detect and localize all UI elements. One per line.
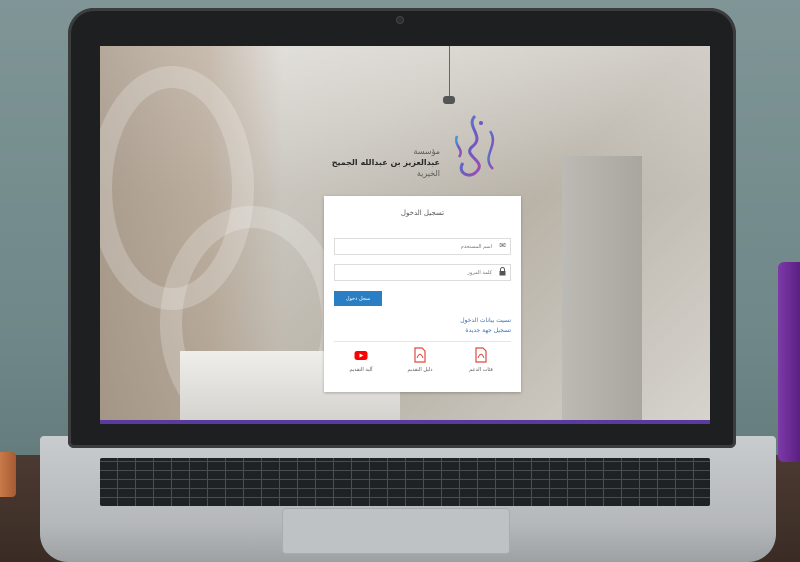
login-card: تسجيل الدخول ✉ سجل دخول نسيت بيانات الدخ… — [324, 196, 521, 392]
application-guide-label: دليل التقديم — [407, 367, 433, 373]
mug — [0, 452, 16, 497]
register-entity-link[interactable]: تسجيل جهة جديدة — [465, 327, 511, 334]
login-title: تسجيل الدخول — [400, 209, 445, 217]
youtube-icon — [354, 351, 368, 360]
logo-line-1: مؤسسة — [413, 147, 440, 156]
password-field[interactable] — [334, 264, 511, 281]
calligraphy-logo-icon — [454, 114, 495, 177]
application-mechanism-video-link[interactable]: آلية التقديم — [341, 347, 381, 373]
logo-line-3: الخيرية — [416, 169, 440, 178]
username-input[interactable] — [342, 239, 492, 254]
logo-text: مؤسسة عبدالعزيز بن عبدالله الجميح الخيري… — [310, 146, 440, 179]
foundation-logo: مؤسسة عبدالعزيز بن عبدالله الجميح الخيري… — [332, 106, 520, 186]
pdf-icon — [475, 347, 487, 363]
lock-icon — [499, 267, 506, 279]
background-pillar — [562, 156, 642, 420]
username-field[interactable]: ✉ — [334, 238, 511, 255]
support-categories-label: فئات الدعم — [469, 367, 493, 373]
support-categories-link[interactable]: فئات الدعم — [461, 347, 501, 373]
pdf-icon — [414, 347, 426, 363]
purple-object — [778, 262, 800, 462]
logo-line-2: عبدالعزيز بن عبدالله الجميح — [331, 158, 440, 167]
lamp-wire — [449, 46, 450, 96]
application-mechanism-label: آلية التقديم — [349, 367, 373, 373]
webcam — [396, 16, 404, 24]
envelope-icon: ✉ — [499, 241, 506, 250]
screen: مؤسسة عبدالعزيز بن عبدالله الجميح الخيري… — [100, 46, 710, 424]
trackpad — [282, 508, 510, 554]
password-input[interactable] — [342, 265, 492, 280]
divider — [334, 341, 511, 342]
application-guide-link[interactable]: دليل التقديم — [400, 347, 440, 373]
forgot-credentials-link[interactable]: نسيت بيانات الدخول — [460, 317, 511, 324]
lamp — [443, 96, 455, 104]
login-button[interactable]: سجل دخول — [334, 291, 382, 306]
keyboard — [100, 458, 710, 506]
